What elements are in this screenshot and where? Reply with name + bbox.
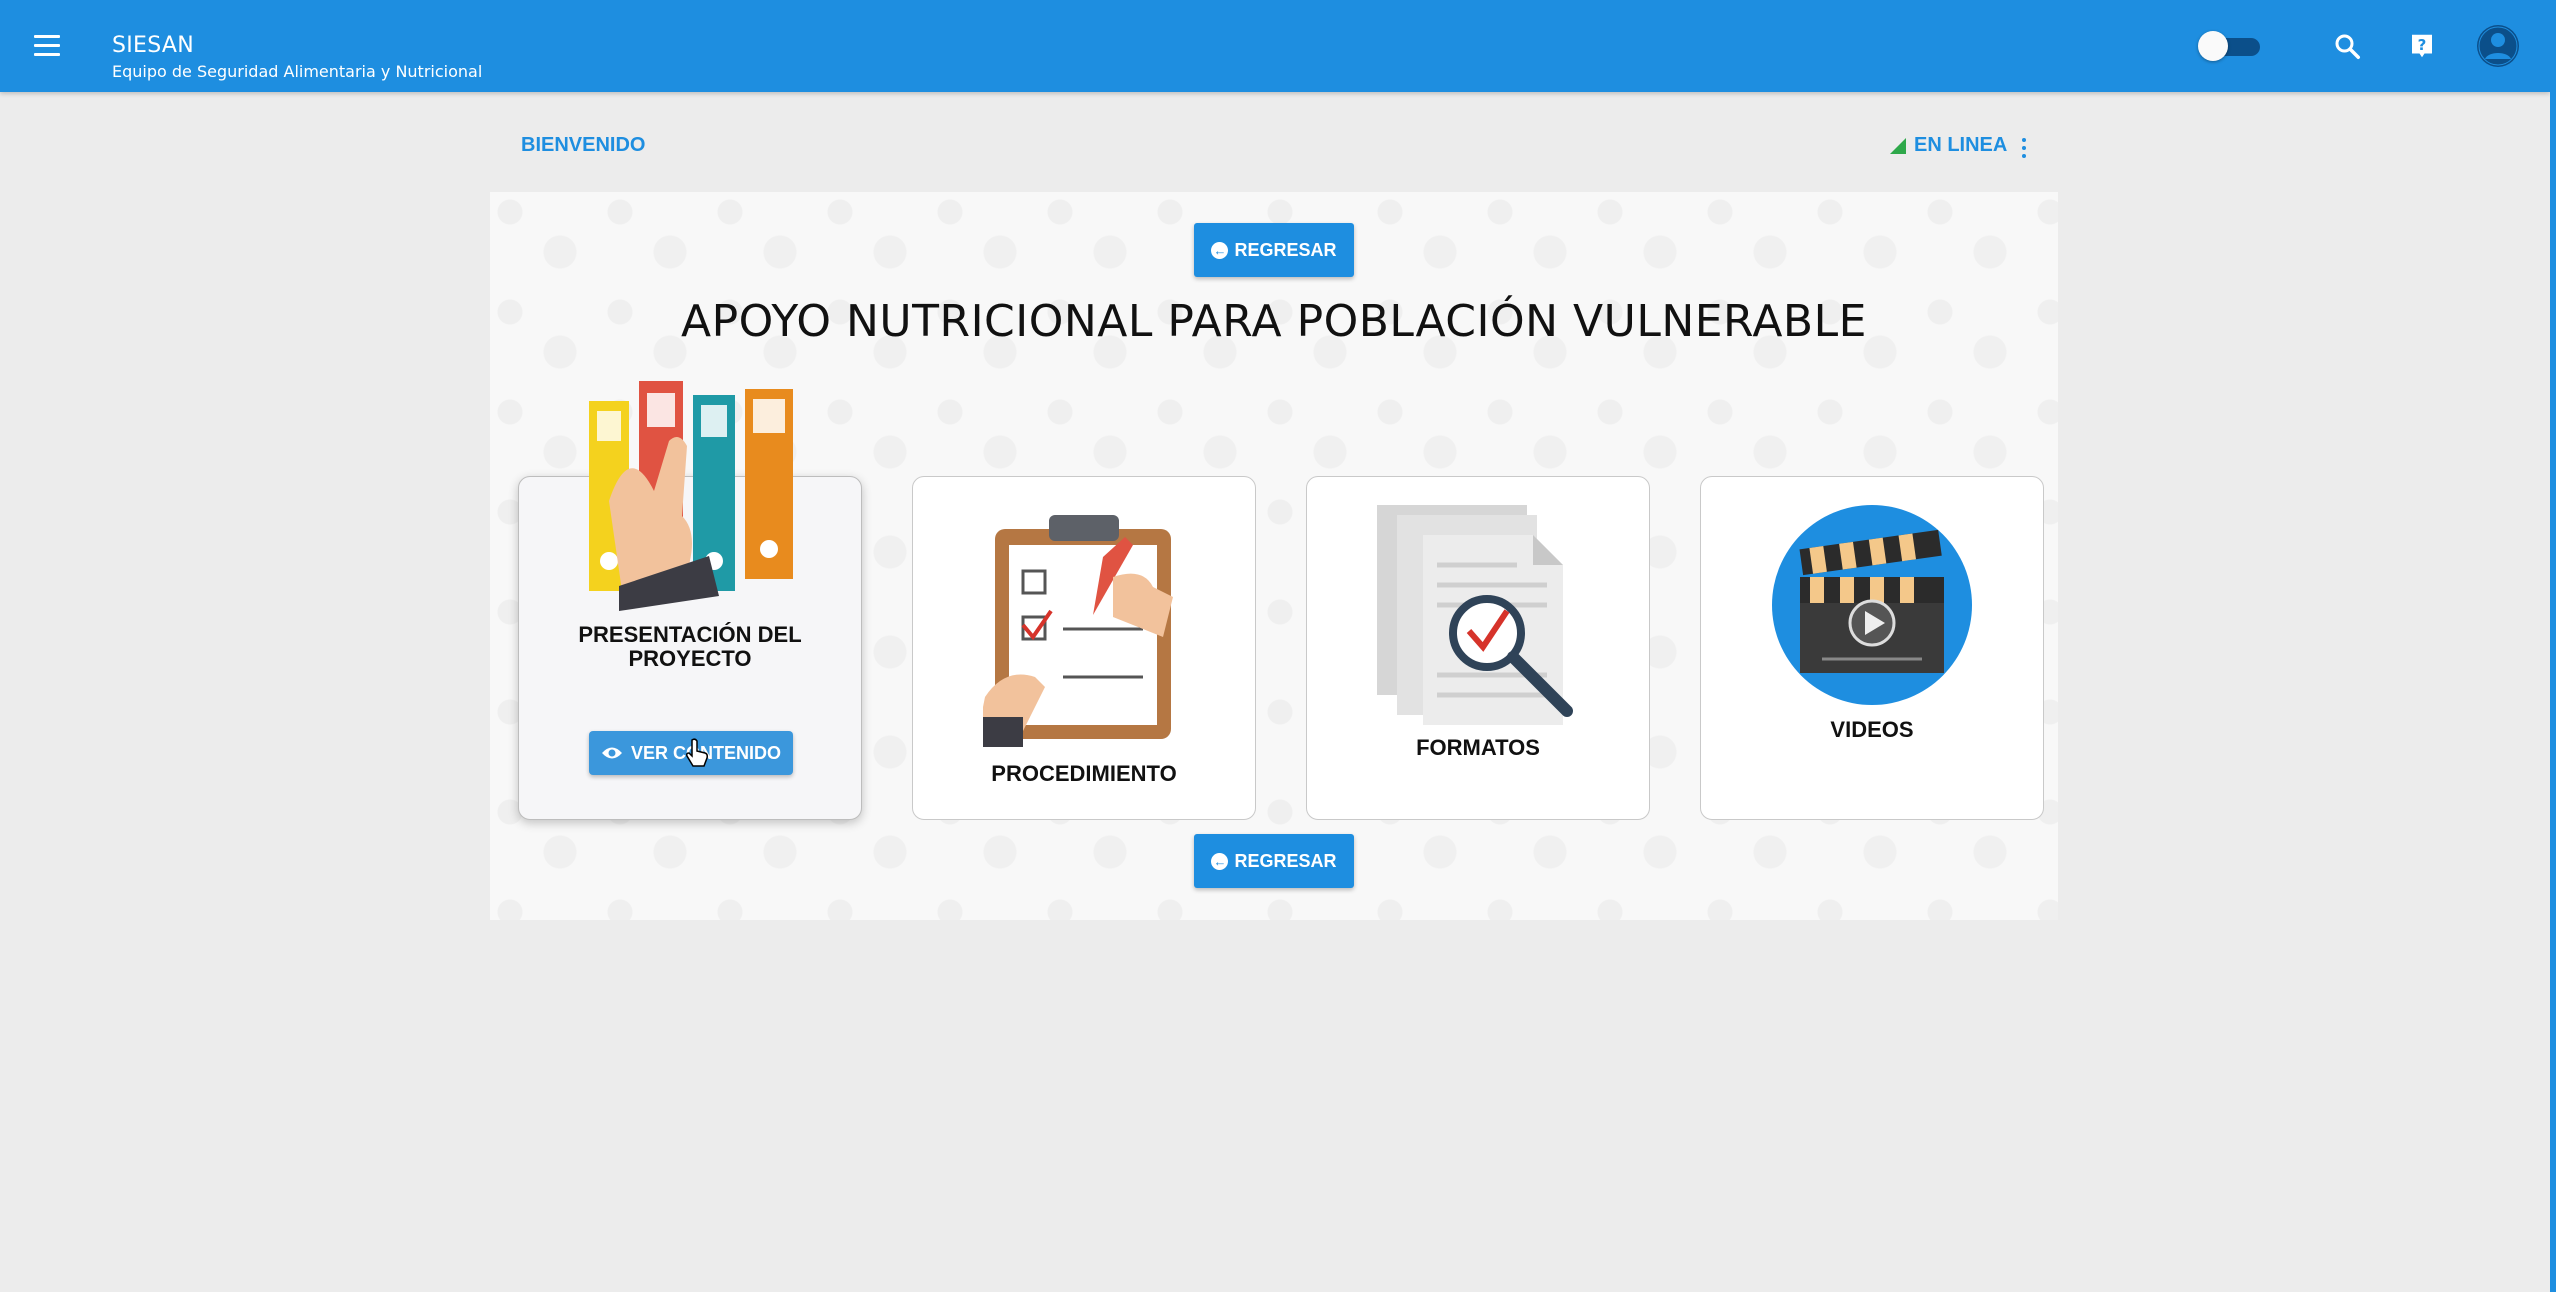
signal-icon [1890,137,1906,154]
card-presentacion[interactable]: PRESENTACIÓN DEL PROYECTO VER CONTENIDO [518,381,862,820]
card-label: PROCEDIMIENTO [991,761,1177,786]
clipboard-checklist-icon [983,515,1173,747]
card-label: VIDEOS [1830,717,1914,742]
help-icon[interactable]: ? [2400,24,2444,68]
card-label: PRESENTACIÓN DEL PROYECTO [578,622,802,671]
back-button-top[interactable]: ← REGRESAR [1194,223,1354,277]
back-button-label: REGRESAR [1234,239,1337,260]
arrow-left-icon: ← [1211,852,1229,870]
account-icon[interactable] [2476,24,2520,68]
more-options-icon[interactable] [2014,134,2034,162]
eye-icon [601,747,622,759]
back-button-label: REGRESAR [1234,850,1337,871]
app-subtitle: Equipo de Seguridad Alimentaria y Nutric… [112,62,483,81]
scrollbar-edge [2550,0,2556,1292]
menu-icon[interactable] [34,28,68,62]
arrow-left-icon: ← [1211,241,1229,259]
app-bar: SIESAN Equipo de Seguridad Alimentaria y… [0,0,2550,92]
card-formatos[interactable]: FORMATOS [1306,476,1650,820]
app-title: SIESAN [112,33,195,58]
clapperboard-icon [1772,505,1972,705]
search-icon[interactable] [2325,24,2369,68]
theme-toggle[interactable] [2198,31,2262,61]
binders-icon [589,381,793,611]
hand-cursor-icon [686,738,708,767]
card-videos[interactable]: VIDEOS [1700,476,2044,820]
card-procedimiento[interactable]: PROCEDIMIENTO [912,476,1256,820]
svg-text:?: ? [2418,36,2427,54]
welcome-label: BIENVENIDO [521,134,646,156]
back-button-bottom[interactable]: ← REGRESAR [1194,834,1354,888]
content-panel: ← REGRESAR APOYO NUTRICIONAL PARA POBLAC… [490,192,2058,920]
status-label: EN LINEA [1914,134,2008,156]
toggle-knob [2198,31,2228,61]
documents-magnifier-icon [1377,505,1573,725]
page-title: APOYO NUTRICIONAL PARA POBLACIÓN VULNERA… [681,296,1867,347]
connection-status: EN LINEA [1890,134,2007,157]
card-label: FORMATOS [1416,735,1540,760]
